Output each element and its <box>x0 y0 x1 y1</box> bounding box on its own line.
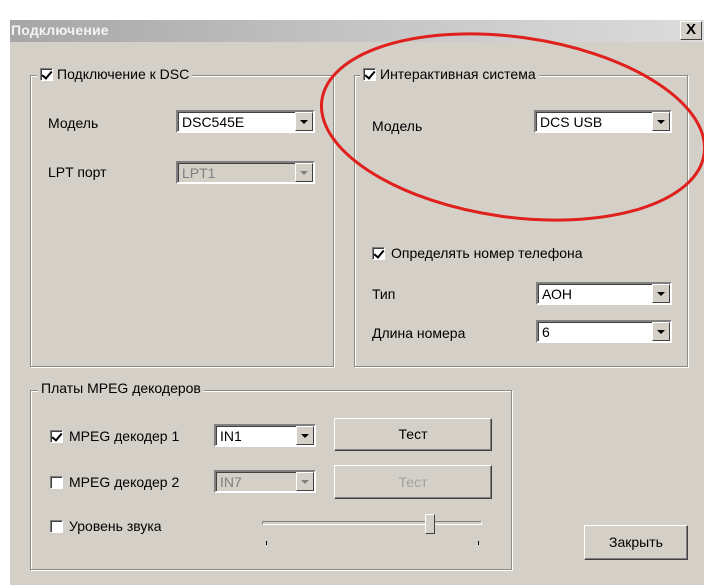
dsc-model-label: Модель <box>48 115 99 131</box>
slider-tick <box>478 541 479 545</box>
decoder2-input-value: IN7 <box>220 474 242 490</box>
sound-level-row[interactable]: Уровень звука <box>50 518 162 534</box>
dsc-enable-checkbox[interactable] <box>40 67 53 81</box>
detect-phone-row[interactable]: Определять номер телефона <box>372 245 583 261</box>
chevron-down-icon[interactable] <box>296 472 314 491</box>
slider-tick <box>266 541 267 545</box>
decoder1-test-button[interactable]: Тест <box>334 418 492 451</box>
window-title: Подключение <box>11 22 109 38</box>
chevron-down-icon[interactable] <box>652 112 670 131</box>
close-icon[interactable]: X <box>680 21 702 40</box>
interactive-group-title: Интерактивная система <box>380 66 536 82</box>
lpt-port-value: LPT1 <box>182 165 216 181</box>
lpt-port-select[interactable]: LPT1 <box>176 161 315 184</box>
sound-level-slider[interactable] <box>262 521 482 525</box>
decoder1-label: MPEG декодер 1 <box>69 428 180 444</box>
close-button[interactable]: Закрыть <box>584 525 688 560</box>
number-length-select[interactable]: 6 <box>536 320 672 343</box>
interactive-model-label: Модель <box>372 118 423 134</box>
mpeg-group-title: Платы MPEG декодеров <box>41 380 201 396</box>
interactive-group-header[interactable]: Интерактивная система <box>360 66 539 82</box>
chevron-down-icon[interactable] <box>652 284 670 303</box>
decoder2-test-button[interactable]: Тест <box>334 465 492 499</box>
interactive-enable-checkbox[interactable] <box>363 67 376 81</box>
dsc-group-header[interactable]: Подключение к DSC <box>37 66 193 82</box>
interactive-model-select[interactable]: DCS USB <box>534 110 672 133</box>
detect-phone-checkbox[interactable] <box>372 246 385 260</box>
lpt-port-label: LPT порт <box>48 164 107 180</box>
phone-type-value: АОН <box>542 286 573 302</box>
mpeg-group-header: Платы MPEG декодеров <box>38 380 204 396</box>
decoder2-input-select[interactable]: IN7 <box>214 470 316 493</box>
chevron-down-icon[interactable] <box>295 163 313 182</box>
number-length-value: 6 <box>542 324 550 340</box>
decoder1-input-select[interactable]: IN1 <box>214 424 316 447</box>
chevron-down-icon[interactable] <box>295 112 313 131</box>
decoder2-row[interactable]: MPEG декодер 2 <box>50 474 179 490</box>
sound-level-checkbox[interactable] <box>50 519 63 533</box>
sound-level-label: Уровень звука <box>69 518 162 534</box>
number-length-label: Длина номера <box>372 325 466 341</box>
decoder2-checkbox[interactable] <box>50 475 63 489</box>
chevron-down-icon[interactable] <box>296 426 314 445</box>
sound-level-slider-thumb[interactable] <box>425 514 435 534</box>
title-bar <box>10 20 704 42</box>
phone-type-select[interactable]: АОН <box>536 282 672 305</box>
dsc-model-value: DSC545E <box>182 114 245 130</box>
phone-type-label: Тип <box>372 286 396 302</box>
dsc-model-select[interactable]: DSC545E <box>176 110 315 133</box>
decoder1-row[interactable]: MPEG декодер 1 <box>50 428 179 444</box>
interactive-model-value: DCS USB <box>540 114 603 130</box>
decoder2-label: MPEG декодер 2 <box>69 474 180 490</box>
dsc-group-title: Подключение к DSC <box>57 66 190 82</box>
decoder1-input-value: IN1 <box>220 428 242 444</box>
detect-phone-label: Определять номер телефона <box>391 245 583 261</box>
chevron-down-icon[interactable] <box>652 322 670 341</box>
decoder1-checkbox[interactable] <box>50 429 63 443</box>
